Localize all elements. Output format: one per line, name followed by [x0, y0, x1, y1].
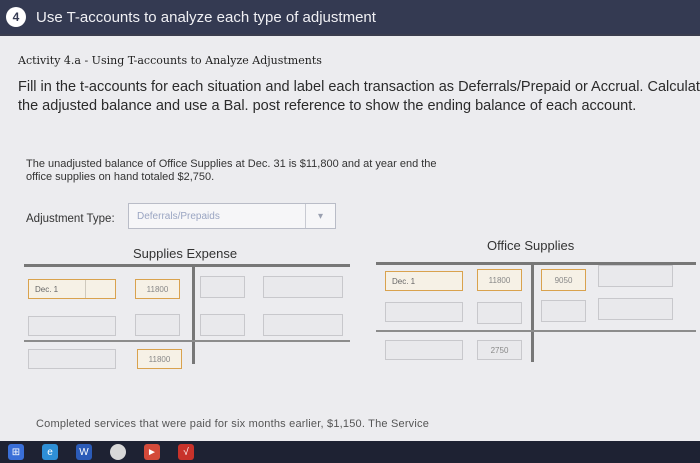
- next-scenario-text: Completed services that were paid for si…: [36, 418, 430, 430]
- supplies-expense-balance-input[interactable]: 11800: [137, 349, 182, 369]
- office-supplies-credit-date-2-select[interactable]: [598, 298, 673, 320]
- edge-icon[interactable]: e: [42, 444, 58, 460]
- instructions-text: Fill in the t-accounts for each situatio…: [18, 79, 700, 114]
- office-supplies-credit-date-select[interactable]: [598, 265, 673, 287]
- office-supplies-balance-amount: 2750: [490, 345, 509, 355]
- activity-title: Activity 4.a - Using T-accounts to Analy…: [18, 54, 322, 67]
- office-supplies-debit-amount-input[interactable]: 11800: [477, 269, 522, 291]
- media-icon[interactable]: ►: [144, 444, 160, 460]
- supplies-expense-top-rule: [24, 264, 350, 267]
- office-supplies-credit-amount-2-input[interactable]: [541, 300, 586, 322]
- supplies-expense-total-rule: [24, 340, 350, 342]
- office-supplies-balance-label-select[interactable]: [385, 340, 463, 360]
- word-icon[interactable]: W: [76, 444, 92, 460]
- windows-icon[interactable]: ⊞: [8, 444, 24, 460]
- scenario-text: The unadjusted balance of Office Supplie…: [26, 158, 437, 183]
- supplies-expense-credit-date-2-select[interactable]: [263, 314, 343, 336]
- page-header: 4 Use T-accounts to analyze each type of…: [0, 0, 700, 34]
- page-title: Use T-accounts to analyze each type of a…: [36, 8, 376, 26]
- supplies-expense-balance-label-select[interactable]: [28, 349, 116, 369]
- activity-panel: Activity 4.a - Using T-accounts to Analy…: [0, 36, 700, 441]
- supplies-expense-debit-amount-input[interactable]: 11800: [135, 279, 180, 299]
- supplies-expense-center-rule: [192, 264, 195, 364]
- office-supplies-balance-input[interactable]: 2750: [477, 340, 522, 360]
- adjustment-type-value: Deferrals/Prepaids: [137, 210, 220, 222]
- supplies-expense-credit-amount-2-input[interactable]: [200, 314, 245, 336]
- supplies-expense-balance-amount: 11800: [148, 354, 171, 364]
- office-supplies-credit-amount: 9050: [554, 275, 573, 285]
- supplies-expense-credit-amount-input[interactable]: [200, 276, 245, 298]
- office-supplies-debit-date: Dec. 1: [392, 276, 416, 286]
- office-supplies-title: Office Supplies: [487, 238, 575, 253]
- supplies-expense-title: Supplies Expense: [133, 246, 238, 261]
- chevron-down-icon[interactable]: ▾: [305, 204, 335, 228]
- chrome-icon[interactable]: [110, 444, 126, 460]
- os-taskbar: ⊞ e W ► √: [0, 441, 700, 463]
- office-supplies-debit-amount-2-input[interactable]: [477, 302, 522, 324]
- pdf-icon[interactable]: √: [178, 444, 194, 460]
- office-supplies-debit-date-select[interactable]: Dec. 1: [385, 271, 463, 291]
- adjustment-type-select[interactable]: Deferrals/Prepaids ▾: [128, 203, 336, 229]
- office-supplies-credit-amount-input[interactable]: 9050: [541, 269, 586, 291]
- supplies-expense-debit-date-select[interactable]: Dec. 1: [28, 279, 116, 299]
- adjustment-type-label: Adjustment Type:: [26, 213, 115, 225]
- supplies-expense-credit-date-select[interactable]: [263, 276, 343, 298]
- supplies-expense-debit-date: Dec. 1: [35, 284, 59, 294]
- office-supplies-center-rule: [531, 262, 534, 362]
- supplies-expense-debit-amount-2-input[interactable]: [135, 314, 180, 336]
- step-number-badge: 4: [6, 7, 26, 27]
- supplies-expense-debit-date-2-select[interactable]: [28, 316, 116, 336]
- supplies-expense-debit-amount: 11800: [146, 284, 169, 294]
- office-supplies-debit-amount: 11800: [488, 275, 511, 285]
- chevron-down-icon[interactable]: [85, 280, 115, 298]
- office-supplies-debit-date-2-select[interactable]: [385, 302, 463, 322]
- office-supplies-total-rule: [376, 330, 696, 332]
